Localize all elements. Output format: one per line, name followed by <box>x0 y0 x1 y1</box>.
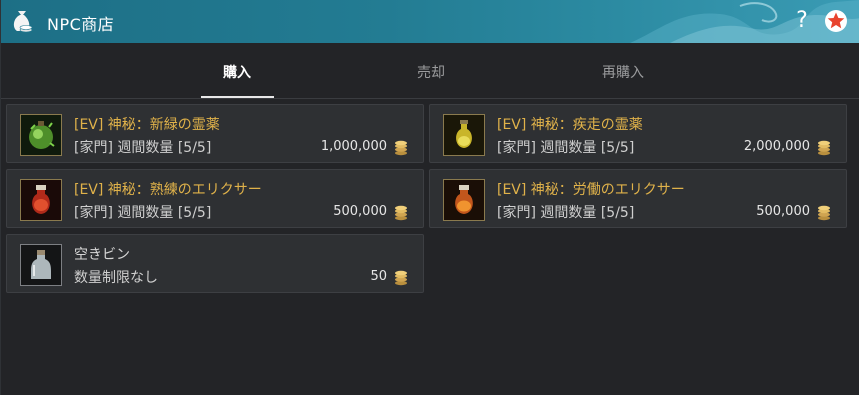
item-purchase-limit: [家門] 週間数量 [5/5] <box>497 205 635 221</box>
coin-stack-icon <box>395 205 407 221</box>
tab-buy[interactable]: 購入 <box>200 62 274 82</box>
shop-tabs: 購入 売却 再購入 <box>1 44 859 99</box>
favorite-star-icon[interactable] <box>824 9 848 33</box>
red-elixir-icon <box>21 180 61 220</box>
item-thumbnail <box>20 179 62 221</box>
empty-bottle-icon <box>21 245 61 285</box>
item-thumbnail <box>20 114 62 156</box>
coin-stack-icon <box>818 140 830 156</box>
item-price: 500,000 <box>333 204 387 219</box>
shop-item[interactable]: [EV] 神秘：疾走の霊薬 [家門] 週間数量 [5/5] 2,000,000 <box>429 104 847 163</box>
item-purchase-limit: [家門] 週間数量 [5/5] <box>74 140 212 156</box>
item-name: [EV] 神秘：疾走の霊薬 <box>497 117 643 133</box>
item-thumbnail <box>443 179 485 221</box>
active-tab-indicator <box>201 96 274 98</box>
shop-item[interactable]: [EV] 神秘：熟練のエリクサー [家門] 週間数量 [5/5] 500,000 <box>6 169 424 228</box>
item-price: 1,000,000 <box>320 139 387 154</box>
npc-shop-window: NPC商店 ? 購入 売却 再購入 [EV] 神秘：新緑の霊薬 [家門] 週間数… <box>0 0 859 395</box>
item-purchase-limit: [家門] 週間数量 [5/5] <box>74 205 212 221</box>
item-name: [EV] 神秘：新緑の霊薬 <box>74 117 220 133</box>
item-name: 空きビン <box>74 247 130 263</box>
item-price: 2,000,000 <box>743 139 810 154</box>
coin-stack-icon <box>395 270 407 286</box>
orange-elixir-icon <box>444 180 484 220</box>
green-elixir-icon <box>21 115 61 155</box>
money-bag-icon <box>13 11 33 33</box>
tab-sell[interactable]: 売却 <box>394 62 468 82</box>
item-price: 500,000 <box>756 204 810 219</box>
shop-item[interactable]: [EV] 神秘：新緑の霊薬 [家門] 週間数量 [5/5] 1,000,000 <box>6 104 424 163</box>
shop-item[interactable]: 空きビン 数量制限なし 50 <box>6 234 424 293</box>
title-bar[interactable]: NPC商店 ? <box>1 0 859 43</box>
coin-stack-icon <box>818 205 830 221</box>
item-thumbnail <box>443 114 485 156</box>
item-purchase-limit: [家門] 週間数量 [5/5] <box>497 140 635 156</box>
item-price: 50 <box>370 269 387 284</box>
window-title: NPC商店 <box>47 15 115 34</box>
tab-rebuy[interactable]: 再購入 <box>586 62 660 82</box>
coin-stack-icon <box>395 140 407 156</box>
item-name: [EV] 神秘：熟練のエリクサー <box>74 182 262 198</box>
help-button[interactable]: ? <box>792 8 812 33</box>
item-name: [EV] 神秘：労働のエリクサー <box>497 182 685 198</box>
item-thumbnail <box>20 244 62 286</box>
item-purchase-limit: 数量制限なし <box>74 270 158 286</box>
yellow-elixir-icon <box>444 115 484 155</box>
shop-item[interactable]: [EV] 神秘：労働のエリクサー [家門] 週間数量 [5/5] 500,000 <box>429 169 847 228</box>
